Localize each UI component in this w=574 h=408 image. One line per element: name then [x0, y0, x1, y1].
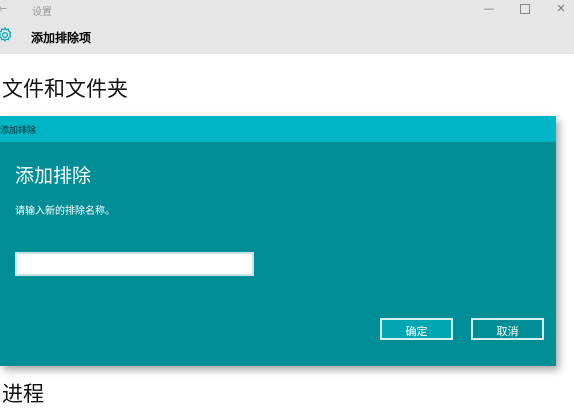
ok-button[interactable]: 确定 — [380, 318, 453, 340]
page-title: 添加排除项 — [31, 31, 92, 45]
exclusion-name-input[interactable] — [15, 252, 254, 276]
add-exclusion-dialog: 添加排除 添加排除 请输入新的排除名称。 确定 取消 — [0, 116, 556, 366]
section-title-files-folders: 文件和文件夹 — [2, 77, 128, 101]
close-button[interactable]: ✕ — [546, 0, 574, 20]
dialog-heading: 添加排除 — [15, 165, 92, 187]
dialog-titlebar-text: 添加排除 — [0, 126, 37, 136]
minimize-button[interactable]: — — [474, 0, 504, 20]
back-arrow-icon[interactable]: ← — [0, 2, 7, 15]
window-title: 设置 — [32, 7, 52, 18]
section-title-processes: 进程 — [2, 382, 44, 406]
cancel-button[interactable]: 取消 — [471, 318, 544, 340]
window-titlebar: ← 设置 — ✕ — [0, 0, 574, 20]
gear-icon — [0, 26, 12, 43]
page-header: 添加排除项 — [0, 20, 574, 54]
dialog-prompt: 请输入新的排除名称。 — [15, 206, 115, 217]
maximize-icon — [520, 4, 530, 14]
dialog-titlebar: 添加排除 — [0, 116, 556, 142]
maximize-button[interactable] — [510, 0, 540, 20]
